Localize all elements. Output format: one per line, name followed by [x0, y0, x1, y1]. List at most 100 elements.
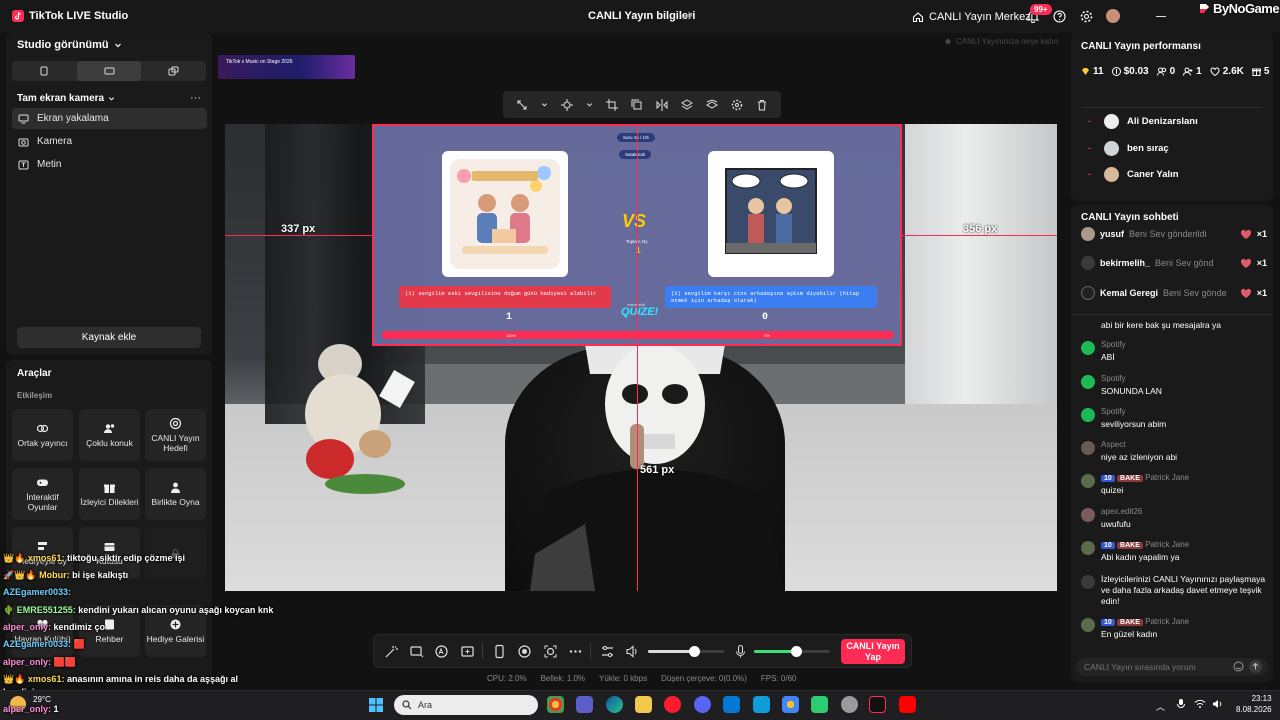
mixer-icon[interactable]	[600, 644, 615, 659]
tool-multi-guest[interactable]: Çoklu konuk	[79, 409, 140, 461]
gift-notification: Kemal Geregi Beni Sev gönde ×1	[1081, 284, 1267, 302]
obs-icon[interactable]	[841, 696, 858, 713]
more-icon[interactable]	[568, 644, 583, 659]
volume-slider-knob[interactable]	[689, 646, 700, 657]
dual-layout-button[interactable]	[141, 61, 206, 81]
viewer-avatar	[1104, 113, 1119, 129]
watermark-text: ByNoGame	[1213, 1, 1280, 16]
gift-text: Beni Sev gönde	[1163, 288, 1227, 298]
promo-banner[interactable]: TikTok x Music on Stage 2026	[218, 55, 355, 79]
heart-icon	[1210, 67, 1220, 76]
magic-wand-icon[interactable]	[384, 644, 399, 659]
studio-view-dropdown[interactable]: Studio görünümü	[17, 39, 122, 51]
tool-play-together[interactable]: Birlikte Oyna	[145, 468, 206, 520]
dollar-icon	[1111, 67, 1121, 76]
send-button[interactable]	[1249, 660, 1262, 673]
upload-stat: Yükle: 0 kbps	[599, 674, 648, 683]
top-viewer-row[interactable]: - Ali Denizarslanı	[1088, 112, 1198, 130]
chrome-profile-icon[interactable]	[782, 696, 799, 713]
chevron-down-icon[interactable]	[586, 101, 593, 108]
gift-user: yusuf	[1100, 229, 1125, 239]
add-widget-icon[interactable]	[460, 644, 475, 659]
resize-icon[interactable]	[516, 99, 528, 111]
store-icon[interactable]	[753, 696, 770, 713]
youtube-icon[interactable]	[899, 696, 916, 713]
effects-icon[interactable]	[409, 644, 424, 659]
top-viewer-row[interactable]: - Caner Yalın	[1088, 165, 1179, 183]
edge-icon[interactable]	[606, 696, 623, 713]
opera-icon[interactable]	[664, 696, 681, 713]
chat-message[interactable]: 10 BAKE Patrick Jane quizei	[1081, 473, 1269, 495]
scene-dropdown[interactable]: Tam ekran kamera	[17, 93, 115, 104]
share-icon[interactable]	[681, 10, 693, 22]
copy-icon[interactable]	[631, 99, 643, 111]
discord-icon[interactable]	[694, 696, 711, 713]
chevron-up-icon[interactable]: ︿	[1156, 700, 1165, 713]
user-avatar[interactable]	[1106, 9, 1120, 23]
source-camera[interactable]: Kamera	[12, 131, 207, 152]
phone-icon[interactable]	[492, 644, 507, 659]
fan-badge: BAKE	[1117, 475, 1143, 482]
source-text[interactable]: Metin	[12, 154, 207, 175]
stream-preview[interactable]: Soru 16 / 1/6 Satakmak VS Toplam Oy 1 (1…	[225, 124, 1057, 591]
speaker-icon[interactable]	[625, 644, 640, 659]
chat-message[interactable]: Spotify SONUNDA LAN	[1081, 374, 1269, 396]
position-icon[interactable]	[560, 98, 573, 111]
taskbar-search[interactable]: Ara	[394, 695, 538, 715]
ai-icon[interactable]	[434, 644, 449, 659]
source-screen-capture[interactable]: Ekran yakalama	[12, 108, 207, 129]
emoji-icon[interactable]	[1233, 661, 1244, 672]
record-icon[interactable]	[517, 644, 532, 659]
microphone-icon[interactable]	[733, 644, 748, 659]
teams-icon[interactable]	[576, 696, 593, 713]
tool-interactive-games[interactable]: İnteraktif Oyunlar	[12, 468, 73, 520]
help-icon[interactable]	[1053, 10, 1066, 23]
chat-message[interactable]: 10 BAKE Patrick Jane En güzel kadın	[1081, 617, 1269, 639]
spotify-icon	[1081, 408, 1095, 422]
tool-viewer-wishes[interactable]: İzleyici Dilekleri	[79, 468, 140, 520]
plush-toys-image	[285, 334, 415, 504]
microphone-tray-icon[interactable]	[1176, 698, 1186, 710]
add-source-button[interactable]: Kaynak ekle	[17, 327, 201, 348]
minimize-icon[interactable]	[1156, 16, 1166, 17]
crop-icon[interactable]	[605, 98, 618, 111]
wifi-icon[interactable]	[1194, 698, 1206, 710]
send-backward-icon[interactable]	[706, 98, 719, 111]
game-launcher-icon[interactable]	[811, 696, 828, 713]
trash-icon[interactable]	[756, 99, 768, 111]
more-options-icon[interactable]: ···	[190, 92, 201, 104]
chat-message[interactable]: apex.edit26 uwufufu	[1081, 507, 1269, 529]
chat-user: Patrick Jane	[1145, 617, 1190, 626]
chat-message[interactable]: Spotify ABİ	[1081, 340, 1269, 362]
live-center-button[interactable]: CANLI Yayın Merkezi	[912, 9, 1033, 25]
weather-temp[interactable]: 29°C	[33, 695, 51, 704]
settings-icon[interactable]	[731, 99, 743, 111]
chevron-down-icon[interactable]	[541, 101, 548, 108]
tool-co-host[interactable]: Ortak yayıncı	[12, 409, 73, 461]
landscape-layout-button[interactable]	[76, 61, 142, 81]
stream-info-button[interactable]: CANLI Yayın bilgileri	[588, 10, 695, 22]
file-explorer-icon[interactable]	[635, 696, 652, 713]
gear-icon[interactable]	[1080, 10, 1093, 23]
overlay-chat-line: 👑🔥 xmos61: anasının amına in reis daha d…	[3, 674, 239, 684]
chat-message[interactable]: abi bir kere bak şu mesajalra ya	[1081, 320, 1269, 335]
chat-message[interactable]: 10 BAKE Patrick Jane Abi kadın yapalim ya	[1081, 540, 1269, 562]
go-live-button[interactable]: CANLI Yayın Yap	[841, 639, 905, 664]
chat-user: Patrick Jane	[1145, 473, 1190, 482]
bring-forward-icon[interactable]	[681, 98, 694, 111]
portrait-layout-button[interactable]	[12, 61, 77, 81]
windows-start-icon[interactable]	[368, 697, 384, 713]
chat-message[interactable]: Aspect niye az izleniyon abi	[1081, 440, 1269, 462]
tool-live-goal[interactable]: CANLI Yayın Hedefi	[145, 409, 206, 461]
chrome-icon[interactable]	[547, 696, 564, 713]
mail-icon[interactable]	[723, 696, 740, 713]
volume-slider[interactable]	[648, 650, 724, 653]
microphone-slider-knob[interactable]	[791, 646, 802, 657]
screenshot-icon[interactable]	[543, 644, 558, 659]
volume-tray-icon[interactable]	[1212, 698, 1224, 710]
flip-horizontal-icon[interactable]	[656, 98, 668, 111]
chat-message[interactable]: Spotify seviliyorsun abim	[1081, 407, 1269, 429]
top-viewer-row[interactable]: - ben sıraç	[1088, 139, 1169, 157]
tiktok-live-studio-icon[interactable]	[869, 696, 886, 713]
system-clock[interactable]: 23:13 8.08.2026	[1236, 694, 1272, 716]
